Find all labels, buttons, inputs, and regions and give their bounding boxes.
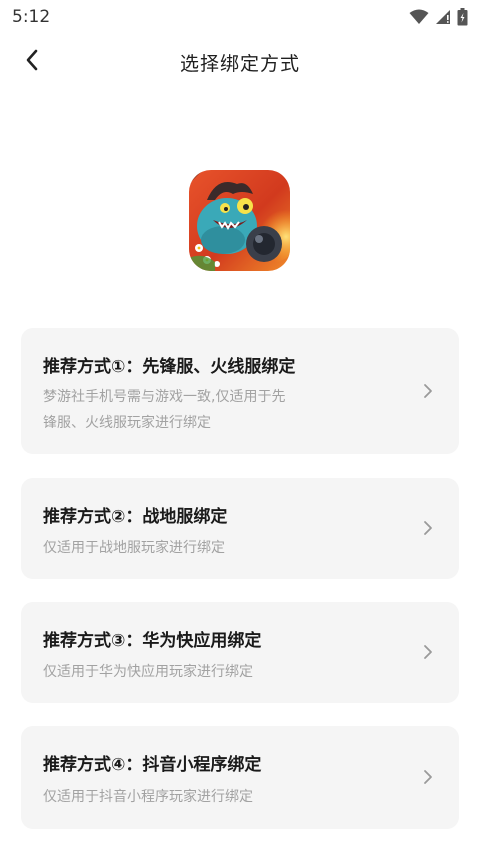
option-title: 推荐方式③：华为快应用绑定	[43, 631, 262, 651]
app-icon	[189, 170, 290, 271]
header: 选择绑定方式	[0, 38, 480, 86]
chevron-right-icon	[421, 767, 435, 787]
option-title: 推荐方式④：抖音小程序绑定	[43, 755, 262, 775]
chevron-right-icon	[421, 642, 435, 662]
option-desc: 仅适用于战地服玩家进行绑定	[43, 540, 225, 556]
status-time: 5:12	[12, 7, 51, 27]
status-bar: 5:12	[0, 0, 480, 34]
wifi-icon	[409, 9, 429, 25]
option-card-2[interactable]: 推荐方式②：战地服绑定 仅适用于战地服玩家进行绑定	[21, 478, 459, 579]
page-title: 选择绑定方式	[179, 52, 300, 75]
chevron-right-icon	[421, 518, 435, 538]
option-desc: 梦游社手机号需与游戏一致,仅适用于先	[43, 389, 286, 405]
chevron-right-icon	[421, 381, 435, 401]
option-title: 推荐方式①：先锋服、火线服绑定	[43, 357, 296, 377]
back-button[interactable]	[14, 44, 50, 80]
option-desc: 仅适用于华为快应用玩家进行绑定	[43, 664, 253, 680]
game-character-icon	[189, 170, 290, 271]
option-title: 推荐方式②：战地服绑定	[43, 507, 228, 527]
option-desc: 仅适用于抖音小程序玩家进行绑定	[43, 789, 253, 805]
option-card-3[interactable]: 推荐方式③：华为快应用绑定 仅适用于华为快应用玩家进行绑定	[21, 602, 459, 703]
screen: 5:12 选择绑定方式 推荐方式①：先锋服、火线服绑定 梦游社手机号需与游戏一致…	[0, 0, 480, 853]
option-card-1[interactable]: 推荐方式①：先锋服、火线服绑定 梦游社手机号需与游戏一致,仅适用于先 锋服、火线…	[21, 328, 459, 454]
option-desc: 锋服、火线服玩家进行绑定	[43, 415, 211, 431]
status-icons	[409, 8, 468, 26]
signal-icon	[435, 9, 451, 25]
option-card-4[interactable]: 推荐方式④：抖音小程序绑定 仅适用于抖音小程序玩家进行绑定	[21, 726, 459, 829]
chevron-left-icon	[25, 49, 39, 75]
battery-icon	[457, 8, 468, 26]
